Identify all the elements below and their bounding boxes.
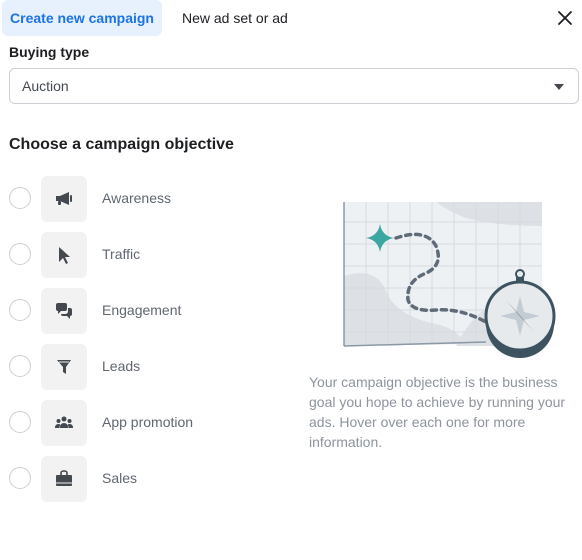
buying-type-label: Buying type: [9, 44, 90, 60]
radio-leads[interactable]: [9, 355, 31, 377]
caret-down-icon: [554, 84, 564, 90]
tab-bar: Create new campaign New ad set or ad: [2, 0, 300, 36]
objective-engagement[interactable]: Engagement: [9, 288, 269, 334]
cursor-icon: [59, 247, 70, 264]
people-icon: [55, 416, 73, 428]
chat-bubbles-icon: [56, 303, 72, 319]
objective-label: Sales: [102, 470, 138, 486]
objective-description: Your campaign objective is the business …: [309, 374, 566, 450]
objective-leads[interactable]: Leads: [9, 344, 269, 390]
objective-app-promotion[interactable]: App promotion: [9, 400, 269, 446]
objective-list: Awareness Traffic Engagement Leads App p…: [9, 176, 269, 512]
radio-app-promotion[interactable]: [9, 411, 31, 433]
icon-box: [41, 400, 87, 446]
objective-label: App promotion: [102, 414, 194, 430]
objective-sales[interactable]: Sales: [9, 456, 269, 502]
icon-box: [41, 232, 87, 278]
icon-box: [41, 344, 87, 390]
objective-awareness[interactable]: Awareness: [9, 176, 269, 222]
buying-type-select[interactable]: Auction: [9, 68, 579, 104]
objective-label: Engagement: [102, 302, 182, 318]
shopping-bag-icon: [56, 470, 72, 486]
radio-traffic[interactable]: [9, 243, 31, 265]
objective-heading: Choose a campaign objective: [9, 136, 234, 153]
map-and-compass-illustration: [343, 202, 556, 358]
objective-label: Leads: [102, 358, 141, 374]
icon-box: [41, 456, 87, 502]
icon-box: [41, 176, 87, 222]
buying-type-value: Auction: [22, 78, 69, 94]
radio-engagement[interactable]: [9, 299, 31, 321]
megaphone-icon: [56, 192, 72, 205]
objective-label: Traffic: [102, 246, 141, 262]
close-button[interactable]: [556, 9, 574, 27]
icon-box: [41, 288, 87, 334]
funnel-icon: [57, 360, 71, 374]
tab-new-ad-set-or-ad[interactable]: New ad set or ad: [170, 0, 300, 36]
radio-awareness[interactable]: [9, 187, 31, 209]
tab-create-new-campaign[interactable]: Create new campaign: [2, 0, 162, 36]
radio-sales[interactable]: [9, 467, 31, 489]
objective-label: Awareness: [102, 190, 172, 206]
objective-traffic[interactable]: Traffic: [9, 232, 269, 278]
close-icon: [558, 11, 572, 25]
